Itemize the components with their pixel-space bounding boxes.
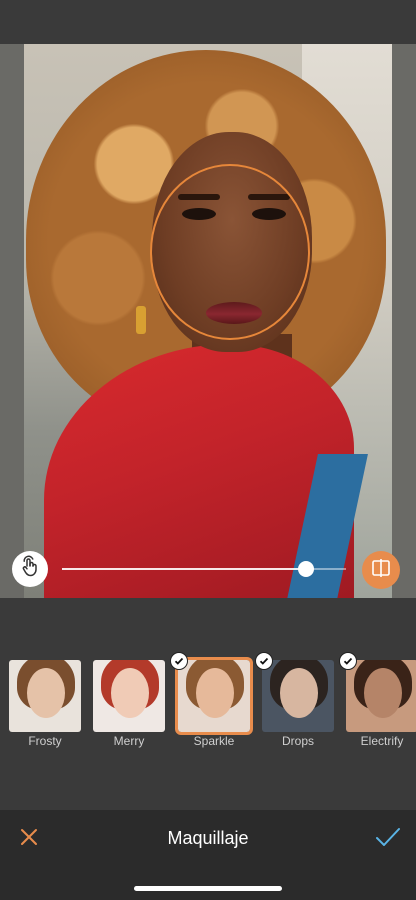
apply-button[interactable] <box>372 824 404 854</box>
top-bar <box>0 0 416 44</box>
filter-label: Electrify <box>360 734 404 748</box>
filter-thumbnail-selected[interactable] <box>175 657 253 735</box>
filter-thumbnail[interactable] <box>93 660 165 732</box>
filter-label: Drops <box>281 734 314 748</box>
intensity-slider-row <box>0 550 416 590</box>
filter-thumbnail[interactable] <box>9 660 81 732</box>
check-badge-icon <box>170 652 188 670</box>
filter-label: Merry <box>113 734 145 748</box>
manual-touch-button[interactable] <box>12 551 48 587</box>
check-badge-icon <box>339 652 357 670</box>
intensity-slider-thumb[interactable] <box>298 561 315 577</box>
makeup-filter-strip: Frosty Merry Sparkle Drops Electrify <box>0 650 416 760</box>
filter-label: Frosty <box>28 734 62 748</box>
home-indicator <box>134 886 282 891</box>
photo-canvas[interactable] <box>0 44 416 598</box>
checkmark-icon <box>375 826 401 853</box>
filter-thumbnail[interactable] <box>262 660 334 732</box>
check-badge-icon <box>255 652 273 670</box>
compare-button[interactable] <box>362 551 400 589</box>
face-detection-outline <box>150 164 310 340</box>
filter-thumbnail[interactable] <box>346 660 416 732</box>
bottom-toolbar: Maquillaje <box>0 810 416 900</box>
hand-touch-icon <box>18 555 42 584</box>
screen-title: Maquillaje <box>167 828 249 848</box>
filter-label: Sparkle <box>193 734 235 748</box>
intensity-slider-track[interactable] <box>62 568 307 570</box>
compare-split-icon <box>370 557 392 584</box>
